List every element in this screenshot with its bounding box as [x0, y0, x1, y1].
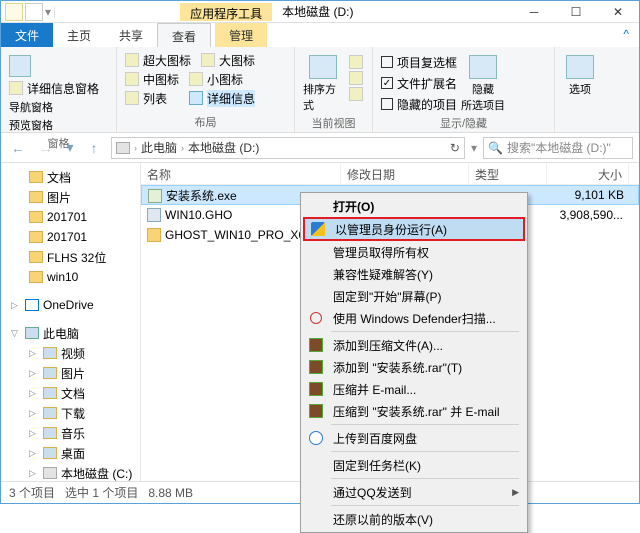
search-icon: 🔍 — [488, 141, 503, 155]
search-input[interactable]: 🔍 搜索"本地磁盘 (D:)" — [483, 137, 633, 159]
exe-icon — [148, 189, 162, 203]
menu-run-as-admin[interactable]: 以管理员身份运行(A) — [303, 217, 525, 241]
context-menu: 打开(O) 以管理员身份运行(A) 管理员取得所有权 兼容性疑难解答(Y) 固定… — [300, 192, 528, 533]
options-button[interactable]: 选项 — [563, 51, 597, 97]
tree-201701a[interactable]: 201701 — [47, 210, 87, 224]
tree-docs2[interactable]: 文档 — [61, 385, 85, 402]
drive-icon — [116, 142, 130, 154]
nav-pane-label: 导航窗格 — [9, 99, 53, 115]
tree-cdrive[interactable]: 本地磁盘 (C:) — [61, 465, 132, 482]
tree-docs[interactable]: 文档 — [47, 169, 71, 186]
layout-m[interactable]: 中图标 — [143, 71, 179, 88]
gho-icon — [147, 208, 161, 222]
tree-pics[interactable]: 图片 — [47, 189, 71, 206]
menu-qq[interactable]: 通过QQ发送到▶ — [303, 481, 525, 503]
tab-home[interactable]: 主页 — [53, 23, 105, 47]
preview-pane-label[interactable]: 预览窗格 — [9, 117, 53, 133]
col-date: 修改日期 — [341, 163, 469, 184]
layout-details[interactable]: 详细信息 — [207, 90, 255, 107]
ribbon-toggle-icon[interactable]: ^ — [613, 23, 639, 47]
tab-manage[interactable]: 管理 — [215, 23, 267, 47]
rar-icon — [309, 360, 323, 374]
hide-selected-button[interactable]: 隐藏 所选项目 — [463, 51, 503, 113]
col-type: 类型 — [469, 163, 547, 184]
ribbon: 详细信息窗格 导航窗格 预览窗格 窗格 超大图标大图标 中图标小图标 列表详细信… — [1, 47, 639, 133]
layout-xl[interactable]: 超大图标 — [143, 52, 191, 69]
status-count: 3 个项目 — [9, 484, 55, 501]
tree-win10[interactable]: win10 — [47, 270, 78, 284]
qat-dropdown-icon[interactable]: ▾ — [45, 5, 51, 19]
layout-l[interactable]: 大图标 — [219, 52, 255, 69]
status-size: 8.88 MB — [148, 486, 193, 500]
cloud-icon — [309, 431, 323, 445]
rar-icon — [309, 338, 323, 352]
tree-video[interactable]: 视频 — [61, 345, 85, 362]
chk-ext[interactable]: ✓ — [381, 77, 393, 89]
qat-icon[interactable] — [25, 3, 43, 21]
tree-flhs[interactable]: FLHS 32位 — [47, 249, 106, 266]
minimize-button[interactable]: ─ — [513, 1, 555, 23]
rar-icon — [309, 404, 323, 418]
tab-view[interactable]: 查看 — [157, 23, 211, 47]
menu-pin-start[interactable]: 固定到"开始"屏幕(P) — [303, 285, 525, 307]
titlebar: ▾ | 应用程序工具 本地磁盘 (D:) ─ ☐ ✕ — [1, 1, 639, 23]
group-showhide-label: 显示/隐藏 — [381, 115, 546, 131]
rar-icon — [309, 382, 323, 396]
refresh-icon[interactable]: ↻ — [450, 141, 460, 155]
status-selected: 选中 1 个项目 — [65, 484, 138, 501]
breadcrumb-drive[interactable]: 本地磁盘 (D:) — [188, 139, 259, 156]
address-bar-row: ← → ▾ ↑ › 此电脑 › 本地磁盘 (D:) ↻ ▾ 🔍 搜索"本地磁盘 … — [1, 133, 639, 163]
menu-email[interactable]: 压缩并 E-mail... — [303, 378, 525, 400]
layout-list[interactable]: 列表 — [143, 90, 167, 107]
menu-open[interactable]: 打开(O) — [303, 195, 525, 217]
menu-defender[interactable]: 使用 Windows Defender扫描... — [303, 307, 525, 329]
menu-add-archive[interactable]: 添加到压缩文件(A)... — [303, 334, 525, 356]
folder-icon — [147, 228, 161, 242]
tree-photos[interactable]: 图片 — [61, 365, 85, 382]
group-by-icon[interactable] — [349, 55, 363, 69]
size-cols-icon[interactable] — [349, 87, 363, 101]
menu-rar-email[interactable]: 压缩到 "安装系统.rar" 并 E-mail — [303, 400, 525, 422]
col-size: 大小 — [547, 163, 629, 184]
recent-button[interactable]: ▾ — [63, 137, 77, 159]
nav-pane-button[interactable] — [9, 51, 31, 77]
col-name: 名称 — [141, 163, 341, 184]
window-title: 本地磁盘 (D:) — [282, 3, 353, 20]
group-layout-label: 布局 — [125, 114, 286, 130]
nav-tree[interactable]: 文档 图片 201701 201701 FLHS 32位 win10 ▷OneD… — [1, 163, 141, 481]
tree-thispc[interactable]: 此电脑 — [43, 325, 79, 342]
close-button[interactable]: ✕ — [597, 1, 639, 23]
tree-music[interactable]: 音乐 — [61, 425, 85, 442]
menu-baidu[interactable]: 上传到百度网盘 — [303, 427, 525, 449]
menu-add-rar[interactable]: 添加到 "安装系统.rar"(T) — [303, 356, 525, 378]
shield-icon — [311, 222, 325, 236]
chk-itembox[interactable] — [381, 56, 393, 68]
address-bar[interactable]: › 此电脑 › 本地磁盘 (D:) ↻ — [111, 137, 465, 159]
breadcrumb-thispc[interactable]: 此电脑 — [141, 139, 177, 156]
tab-share[interactable]: 共享 — [105, 23, 157, 47]
tree-desktop[interactable]: 桌面 — [61, 445, 85, 462]
details-pane-button[interactable]: 详细信息窗格 — [9, 79, 99, 97]
menu-admin-own[interactable]: 管理员取得所有权 — [303, 241, 525, 263]
menu-restore[interactable]: 还原以前的版本(V) — [303, 508, 525, 530]
back-button[interactable]: ← — [7, 137, 29, 159]
tree-onedrive[interactable]: OneDrive — [43, 298, 94, 312]
add-col-icon[interactable] — [349, 71, 363, 85]
menu-pin-taskbar[interactable]: 固定到任务栏(K) — [303, 454, 525, 476]
layout-s[interactable]: 小图标 — [207, 71, 243, 88]
forward-button[interactable]: → — [35, 137, 57, 159]
menu-troubleshoot[interactable]: 兼容性疑难解答(Y) — [303, 263, 525, 285]
chk-hidden[interactable] — [381, 98, 393, 110]
list-header[interactable]: 名称 修改日期 类型 大小 — [141, 163, 639, 185]
group-currentview-label: 当前视图 — [303, 115, 364, 131]
tree-downloads[interactable]: 下载 — [61, 405, 85, 422]
maximize-button[interactable]: ☐ — [555, 1, 597, 23]
tab-file[interactable]: 文件 — [1, 23, 53, 47]
sort-button[interactable]: 排序方式 — [303, 51, 343, 113]
folder-icon — [5, 3, 23, 21]
ribbon-tabs: 文件 主页 共享 查看 管理 ^ — [1, 23, 639, 47]
context-tab-label: 应用程序工具 — [180, 3, 272, 21]
up-button[interactable]: ↑ — [83, 137, 105, 159]
tree-201701b[interactable]: 201701 — [47, 230, 87, 244]
